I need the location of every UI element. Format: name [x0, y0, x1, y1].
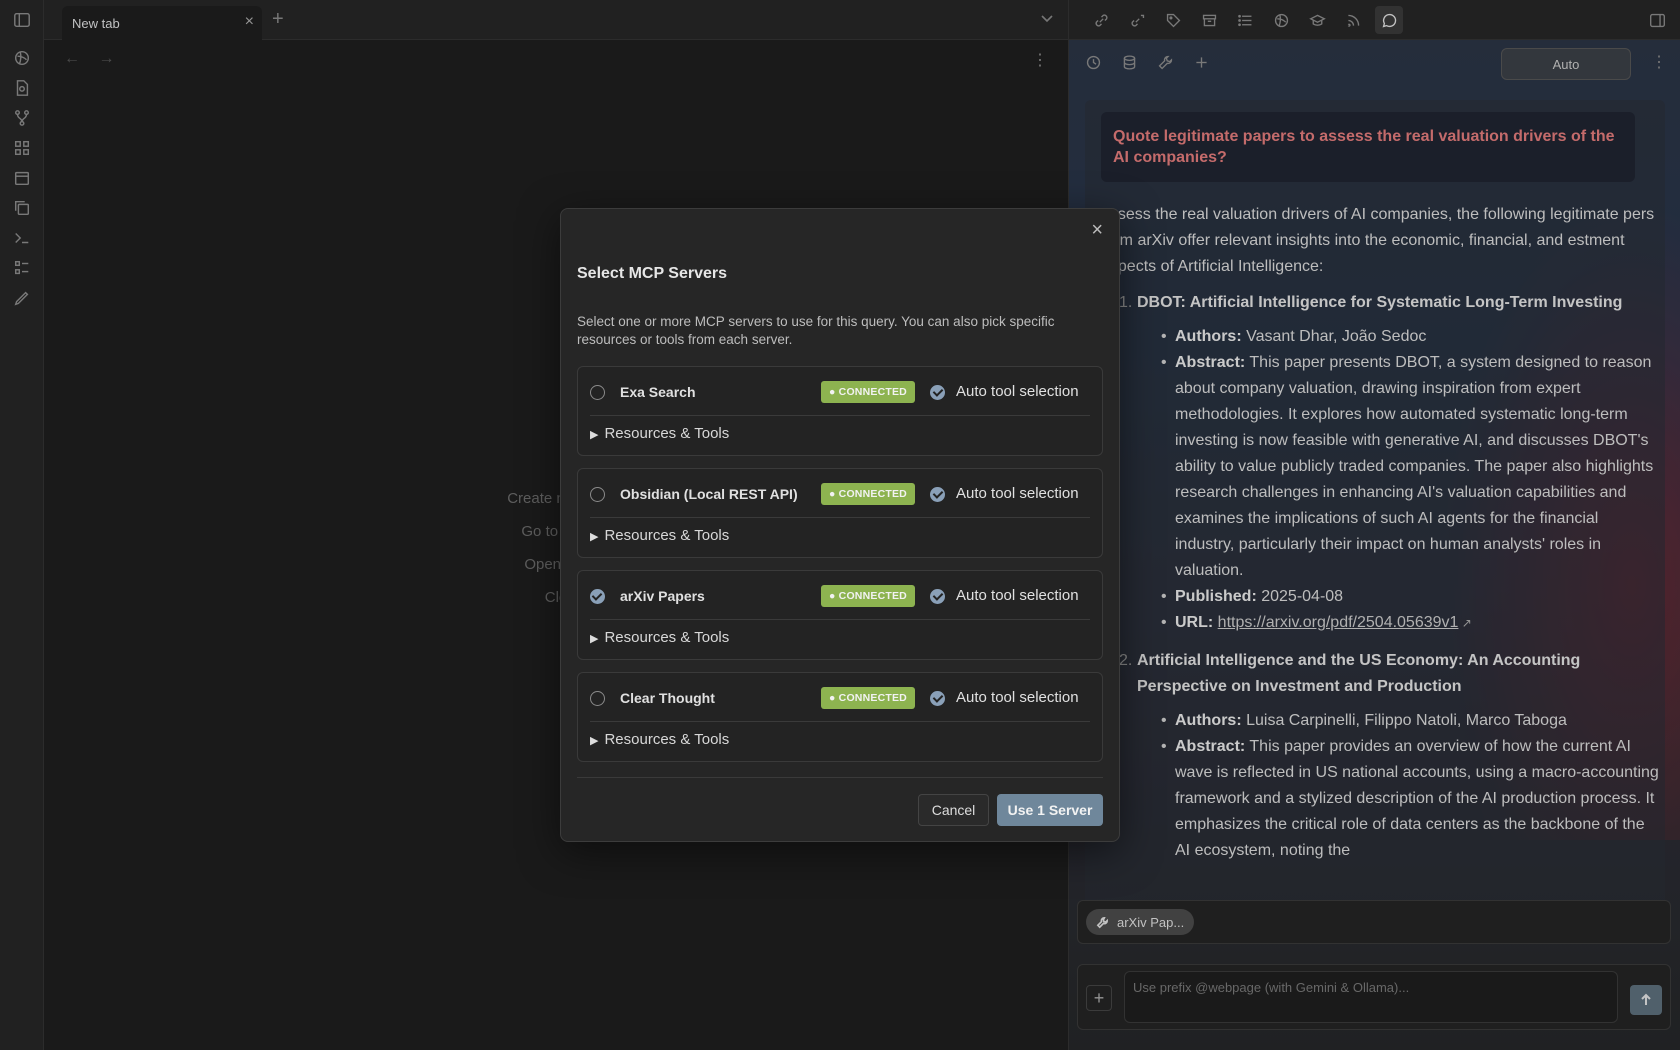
divider	[590, 415, 1090, 416]
server-card-arxiv: arXiv Papers ● CONNECTED Auto tool selec…	[577, 570, 1103, 660]
triangle-right-icon: ▶	[590, 633, 599, 645]
triangle-right-icon: ▶	[590, 531, 599, 543]
close-icon[interactable]: ×	[1091, 219, 1103, 242]
auto-tool-checkbox[interactable]	[930, 385, 945, 400]
server-card-exa-search: Exa Search ● CONNECTED Auto tool selecti…	[577, 366, 1103, 456]
auto-tool-label: Auto tool selection	[956, 485, 1079, 502]
mcp-server-dialog: × Select MCP Servers Select one or more …	[560, 208, 1120, 842]
auto-tool-checkbox[interactable]	[930, 691, 945, 706]
status-badge: ● CONNECTED	[821, 687, 915, 709]
auto-tool-checkbox[interactable]	[930, 589, 945, 604]
server-name: Clear Thought	[620, 690, 715, 706]
server-select-checkbox[interactable]	[590, 589, 605, 604]
server-card-clear-thought: Clear Thought ● CONNECTED Auto tool sele…	[577, 672, 1103, 762]
footer-divider	[577, 777, 1103, 778]
divider	[590, 619, 1090, 620]
dialog-description: Select one or more MCP servers to use fo…	[577, 314, 1055, 347]
auto-tool-label: Auto tool selection	[956, 587, 1079, 604]
triangle-right-icon: ▶	[590, 735, 599, 747]
resources-tools-expander[interactable]: ▶ Resources & Tools	[590, 425, 729, 442]
server-select-checkbox[interactable]	[590, 385, 605, 400]
resources-tools-expander[interactable]: ▶ Resources & Tools	[590, 629, 729, 646]
server-name: Obsidian (Local REST API)	[620, 486, 798, 502]
dialog-title: Select MCP Servers	[577, 265, 728, 282]
server-name: arXiv Papers	[620, 588, 705, 604]
server-select-checkbox[interactable]	[590, 487, 605, 502]
divider	[590, 721, 1090, 722]
status-badge: ● CONNECTED	[821, 585, 915, 607]
auto-tool-label: Auto tool selection	[956, 689, 1079, 706]
resources-tools-expander[interactable]: ▶ Resources & Tools	[590, 527, 729, 544]
server-card-obsidian: Obsidian (Local REST API) ● CONNECTED Au…	[577, 468, 1103, 558]
status-badge: ● CONNECTED	[821, 381, 915, 403]
server-select-checkbox[interactable]	[590, 691, 605, 706]
use-server-button[interactable]: Use 1 Server	[997, 794, 1103, 826]
auto-tool-checkbox[interactable]	[930, 487, 945, 502]
resources-tools-expander[interactable]: ▶ Resources & Tools	[590, 731, 729, 748]
server-list: Exa Search ● CONNECTED Auto tool selecti…	[577, 366, 1103, 774]
app-window: New tab × + ← → ⋮ Create new no Go to fi…	[0, 0, 1680, 1050]
cancel-button[interactable]: Cancel	[918, 794, 989, 826]
status-badge: ● CONNECTED	[821, 483, 915, 505]
server-name: Exa Search	[620, 384, 696, 400]
auto-tool-label: Auto tool selection	[956, 383, 1079, 400]
triangle-right-icon: ▶	[590, 429, 599, 441]
divider	[590, 517, 1090, 518]
